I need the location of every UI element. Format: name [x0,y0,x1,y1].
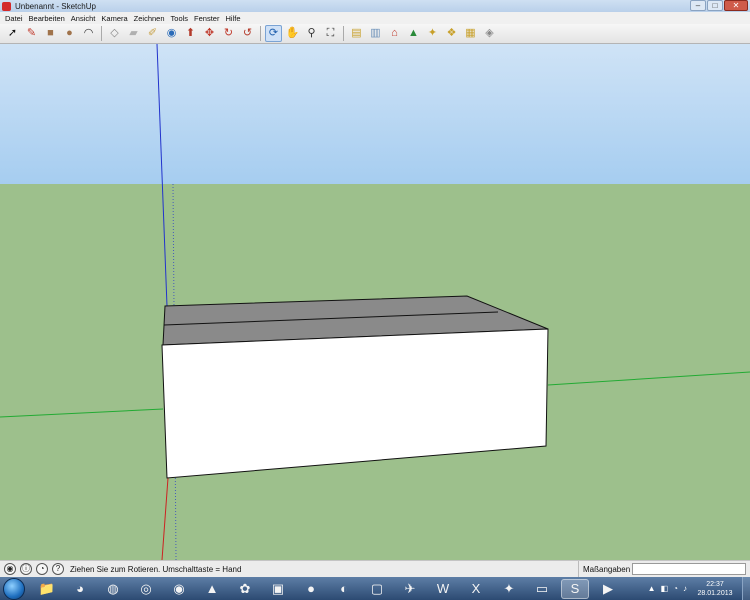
geo-location-icon[interactable]: ◉ [4,563,16,575]
help-icon[interactable]: ? [52,563,64,575]
add-location-icon[interactable]: ⌂ [386,25,403,42]
menu-ansicht[interactable]: Ansicht [68,14,99,23]
model-viewport[interactable] [0,44,750,560]
gimp-icon[interactable]: ✿ [231,579,259,599]
get-photo-texture-icon[interactable]: ✦ [424,25,441,42]
move-tool-icon[interactable]: ✥ [201,25,218,42]
recorder-icon[interactable]: ● [297,579,325,599]
component-browser-icon[interactable]: ❖ [443,25,460,42]
fox-icon[interactable]: ✦ [495,579,523,599]
push-pull-icon[interactable]: ⬆ [182,25,199,42]
terminal-icon[interactable]: ▭ [528,579,556,599]
toolbar-separator [101,26,102,41]
title-bar: Unbenannt - SketchUp – □ ✕ [0,0,750,12]
share-model-icon[interactable]: ▥ [367,25,384,42]
arc-tool-icon[interactable]: ◠ [80,25,97,42]
clock-time: 22:37 [706,580,724,588]
maximize-button[interactable]: □ [707,0,723,11]
media-icon[interactable]: ◍ [99,579,127,599]
toggle-terrain-icon[interactable]: ▲ [405,25,422,42]
sky [0,44,750,184]
tape-measure-icon[interactable]: ✐ [144,25,161,42]
settings-icon[interactable]: ◐ [330,579,358,599]
toolbar-separator [343,26,344,41]
eraser-tool-icon[interactable]: ▰ [125,25,142,42]
menu-bearbeiten[interactable]: Bearbeiten [26,14,68,23]
measurements-label: Maßangaben [578,561,632,578]
tray-expand-icon[interactable]: ▲ [648,584,656,593]
menu-datei[interactable]: Datei [2,14,26,23]
window-controls: – □ ✕ [689,0,748,11]
vlc-icon[interactable]: ▲ [198,579,226,599]
menu-zeichnen[interactable]: Zeichnen [131,14,168,23]
zoom-extents-icon[interactable]: ⛶ [322,25,339,42]
rectangle-tool-icon[interactable]: ■ [42,25,59,42]
paint-bucket-icon[interactable]: ◉ [163,25,180,42]
orbit-tool-icon[interactable]: ⟳ [265,25,282,42]
pan-hand-icon[interactable]: ✋ [284,25,301,42]
excel-icon[interactable]: X [462,579,490,599]
user-icon[interactable]: ◔ [36,563,48,575]
menu-tools[interactable]: Tools [168,14,192,23]
clock[interactable]: 22:37 28.01.2013 [692,580,738,598]
window-title: Unbenannt - SketchUp [15,1,96,11]
show-desktop-button[interactable] [742,577,750,600]
tray-network-icon[interactable]: ◧ [661,584,669,593]
status-hint: Ziehen Sie zum Rotieren. Umschalttaste =… [70,564,242,574]
get-models-icon[interactable]: ▤ [348,25,365,42]
sketchup-logo-icon [2,1,11,11]
explorer-icon[interactable]: 📁 [33,579,61,599]
taskbar: 📁 ◕ ◍ ◎ ◉ ▲ ✿ ▣ ● ◐ ▢ ✈ W X ✦ ▭ S ▶ ▲ ◧ ◔ ♪ 22:37 28.01.2… [0,577,750,600]
scene-canvas[interactable] [0,44,750,560]
taskbar-apps: 📁 ◕ ◍ ◎ ◉ ▲ ✿ ▣ ● ◐ ▢ ✈ W X ✦ ▭ S ▶ [33,578,627,599]
pdf-icon[interactable]: ▣ [264,579,292,599]
select-tool-icon[interactable]: ➚ [4,25,21,42]
media-player-icon[interactable]: ▶ [594,579,622,599]
clock-date: 28.01.2013 [697,589,733,597]
sketchup-icon[interactable]: S [561,578,589,599]
sketchup-window: Unbenannt - SketchUp – □ ✕ Datei Bearbei… [0,0,750,600]
close-button[interactable]: ✕ [724,0,748,11]
tray-volume-icon[interactable]: ♪ [683,584,687,593]
menu-fenster[interactable]: Fenster [191,14,222,23]
credits-icon[interactable]: ⓘ [20,563,32,575]
tray-power-icon[interactable]: ◔ [673,584,678,593]
pencil-tool-icon[interactable]: ✎ [23,25,40,42]
measurements-field[interactable] [632,563,746,575]
browser-icon[interactable]: ◎ [132,579,160,599]
menu-bar: Datei Bearbeiten Ansicht Kamera Zeichnen… [0,12,750,24]
zoom-tool-icon[interactable]: ⚲ [303,25,320,42]
sandbox-icon[interactable]: ◈ [481,25,498,42]
rotate-tool-icon[interactable]: ↻ [220,25,237,42]
extension-warehouse-icon[interactable]: ▦ [462,25,479,42]
circle-tool-icon[interactable]: ● [61,25,78,42]
main-toolbar: ➚ ✎ ■ ● ◠ ◇ ▰ ✐ ◉ ⬆ ✥ ↻ ↺ ⟳ ✋ ⚲ ⛶ ▤ ▥ ⌂ ▲ ✦ ❖ ▦ ◈ [0,24,750,44]
menu-hilfe[interactable]: Hilfe [222,14,243,23]
jet-icon[interactable]: ✈ [396,579,424,599]
menu-kamera[interactable]: Kamera [98,14,130,23]
docs-icon[interactable]: ▢ [363,579,391,599]
system-tray: ▲ ◧ ◔ ♪ 22:37 28.01.2013 [648,577,750,600]
minimize-button[interactable]: – [690,0,706,11]
make-component-icon[interactable]: ◇ [106,25,123,42]
status-bar: ◉ ⓘ ◔ ? Ziehen Sie zum Rotieren. Umschal… [0,560,750,578]
toolbar-separator [260,26,261,41]
image-viewer-icon[interactable]: ◕ [66,579,94,599]
follow-me-icon[interactable]: ↺ [239,25,256,42]
disc-icon[interactable]: ◉ [165,579,193,599]
word-icon[interactable]: W [429,579,457,599]
start-button[interactable] [3,577,25,600]
